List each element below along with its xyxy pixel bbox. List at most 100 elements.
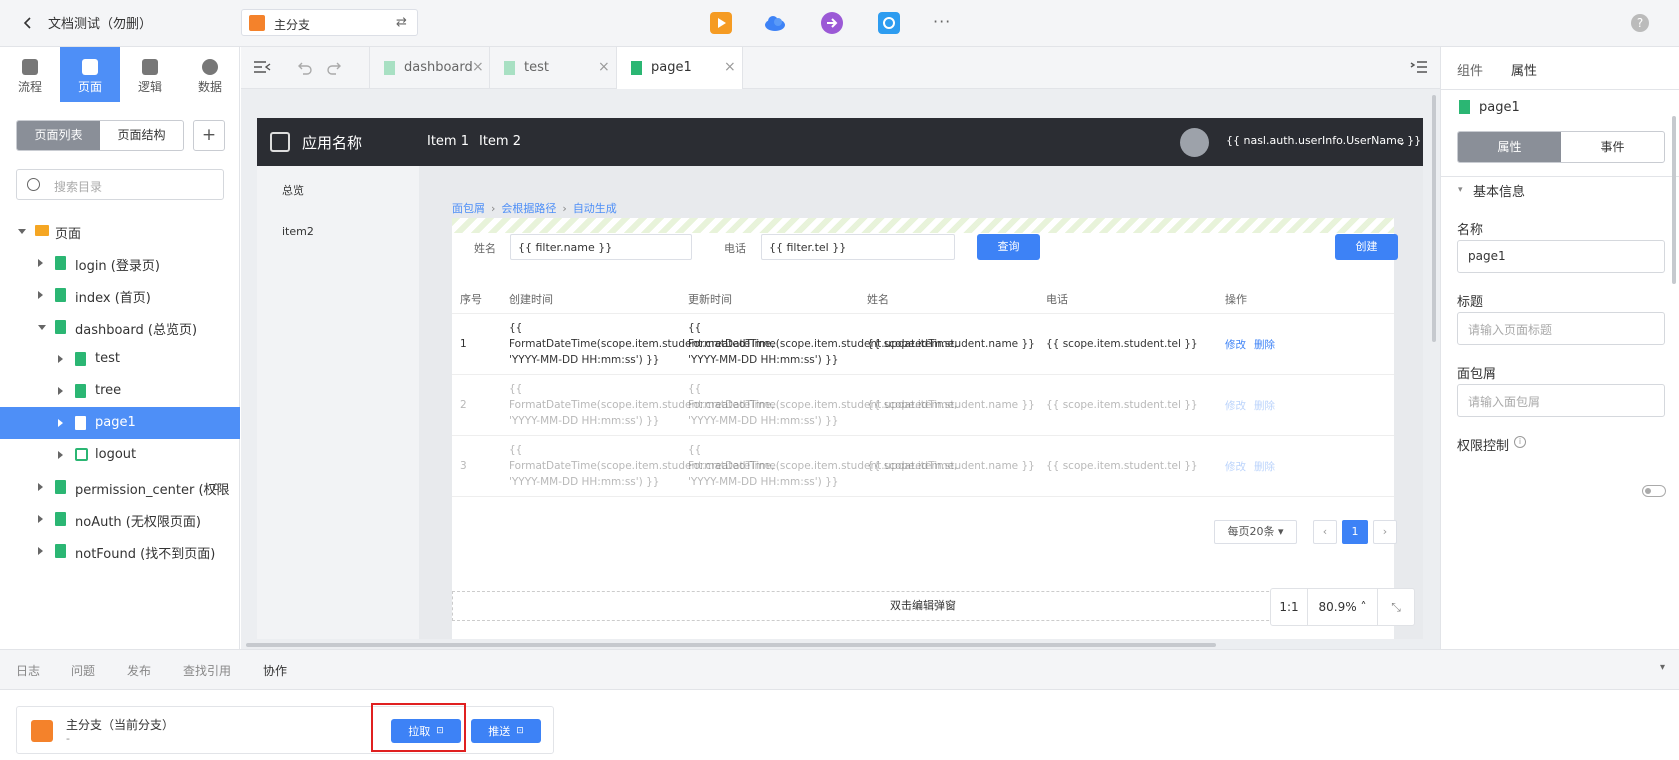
actual-size-button[interactable]: 1:1 — [1271, 589, 1308, 625]
breadcrumb-item[interactable]: 会根据路径 — [501, 200, 556, 216]
tab-publish[interactable]: 发布 — [127, 662, 151, 679]
caret-right-icon[interactable] — [38, 483, 43, 491]
caret-right-icon[interactable] — [38, 515, 43, 523]
breadcrumb-field[interactable]: 请输入面包屑 — [1457, 384, 1665, 417]
outline-toggle-icon[interactable] — [1410, 60, 1428, 74]
collapse-icon[interactable]: ▾ — [1458, 185, 1463, 195]
caret-right-icon[interactable] — [58, 451, 63, 459]
close-icon[interactable]: × — [472, 59, 484, 75]
branch-selector[interactable]: 主分支 ⇄ — [241, 9, 418, 36]
tab-label: page1 — [651, 60, 692, 75]
delete-link[interactable]: 删除 — [1254, 459, 1275, 474]
permission-toggle[interactable] — [1642, 485, 1666, 497]
tab-collaboration[interactable]: 协作 — [263, 662, 287, 679]
fit-screen-icon[interactable]: ⤡ — [1378, 600, 1414, 615]
tree-search-input[interactable]: 搜索目录 — [16, 169, 224, 200]
title-field[interactable]: 请输入页面标题 — [1457, 312, 1665, 345]
create-button[interactable]: 创建 — [1335, 234, 1398, 260]
redo-icon[interactable] — [326, 61, 342, 75]
name-field[interactable]: page1 — [1457, 240, 1665, 273]
tree-item[interactable]: notFound (找不到页面) — [0, 535, 240, 567]
collapse-panel-icon[interactable]: ▾ — [1660, 662, 1665, 673]
query-button[interactable]: 查询 — [977, 234, 1040, 260]
close-icon[interactable]: × — [724, 59, 736, 75]
horizontal-scrollbar[interactable] — [246, 643, 1216, 647]
caret-right-icon[interactable] — [58, 419, 63, 427]
add-page-button[interactable]: + — [193, 120, 225, 151]
tree-item[interactable]: noAuth (无权限页面) — [0, 503, 240, 535]
tab-references[interactable]: 查找引用 — [183, 662, 231, 679]
panel-scrollbar[interactable] — [1672, 116, 1676, 284]
collapse-sidebar-icon[interactable] — [253, 60, 271, 74]
tree-item[interactable]: permission_center (权限 ⌂ — [0, 471, 240, 503]
side-item-overview[interactable]: 总览 — [282, 182, 304, 198]
tree-item[interactable]: dashboard (总览页) — [0, 311, 240, 343]
tab-properties[interactable]: 属性 — [1511, 60, 1537, 79]
tab-page1[interactable]: page1 × — [617, 47, 743, 89]
page-number-button[interactable]: 1 — [1342, 520, 1368, 544]
tree-item[interactable]: index (首页) — [0, 279, 240, 311]
zoom-level-select[interactable]: 80.9% ˄ — [1308, 589, 1378, 625]
next-page-button[interactable]: › — [1373, 520, 1397, 544]
nav-tab-flow[interactable]: 流程 — [0, 47, 60, 102]
side-item-item2[interactable]: item2 — [282, 225, 314, 238]
tree-item[interactable]: login (登录页) — [0, 247, 240, 279]
tab-dashboard[interactable]: dashboard × — [369, 47, 490, 89]
modal-placeholder[interactable]: 双击编辑弹窗 — [452, 591, 1394, 621]
prev-page-button[interactable]: ‹ — [1313, 520, 1337, 544]
table-row: 2{{ FormatDateTime(scope.item.student.cr… — [452, 375, 1394, 436]
tab-test[interactable]: test × — [490, 47, 617, 89]
tab-log[interactable]: 日志 — [16, 662, 40, 679]
tree-item[interactable]: test — [0, 343, 240, 375]
filter-name-input[interactable]: {{ filter.name }} — [510, 234, 692, 260]
caret-down-icon[interactable] — [18, 229, 26, 234]
sync-icon[interactable] — [878, 12, 900, 34]
info-icon[interactable]: i — [1514, 436, 1526, 448]
nav-tab-data[interactable]: 数据 — [180, 47, 240, 102]
cloud-icon[interactable] — [764, 12, 786, 34]
edit-link[interactable]: 修改 — [1225, 398, 1246, 413]
tab-page-list[interactable]: 页面列表 — [17, 121, 100, 150]
properties-panel: 组件 属性 page1 属性 事件 ▾ 基本信息 名称 page1 标题 请输入… — [1440, 47, 1679, 649]
caret-down-icon[interactable] — [38, 325, 46, 330]
back-icon[interactable] — [20, 15, 36, 31]
switch-branch-icon[interactable]: ⇄ — [396, 15, 407, 30]
caret-right-icon[interactable] — [58, 355, 63, 363]
push-button[interactable]: 推送 ⊡ — [471, 719, 541, 743]
help-icon[interactable]: ? — [1631, 14, 1649, 32]
menu-item-2[interactable]: Item 2 — [479, 134, 521, 149]
nav-tab-logic[interactable]: 逻辑 — [120, 47, 180, 102]
vertical-scrollbar[interactable] — [1432, 95, 1436, 342]
caret-right-icon[interactable] — [38, 259, 43, 267]
edit-link[interactable]: 修改 — [1225, 337, 1246, 352]
filter-tel-input[interactable]: {{ filter.tel }} — [761, 234, 955, 260]
chevron-down-icon[interactable]: ⌄ — [1397, 135, 1406, 148]
undo-icon[interactable] — [297, 61, 313, 75]
caret-right-icon[interactable] — [38, 547, 43, 555]
page-size-select[interactable]: 每页20条 ▾ — [1214, 520, 1297, 544]
play-icon[interactable] — [710, 12, 732, 34]
delete-link[interactable]: 删除 — [1254, 398, 1275, 413]
breadcrumb-item[interactable]: 自动生成 — [573, 200, 617, 216]
more-icon[interactable]: ··· — [933, 12, 951, 31]
delete-link[interactable]: 删除 — [1254, 337, 1275, 352]
tab-events[interactable]: 事件 — [1561, 132, 1664, 162]
edit-link[interactable]: 修改 — [1225, 459, 1246, 474]
caret-right-icon[interactable] — [58, 387, 63, 395]
tree-item[interactable]: 页面 — [0, 215, 240, 247]
menu-item-1[interactable]: Item 1 — [427, 134, 469, 149]
breadcrumb-item[interactable]: 面包屑 — [452, 200, 485, 216]
close-icon[interactable]: × — [598, 59, 610, 75]
forward-icon[interactable] — [821, 12, 843, 34]
caret-right-icon[interactable] — [38, 291, 43, 299]
tree-item[interactable]: page1 — [0, 407, 240, 439]
tab-attributes[interactable]: 属性 — [1458, 132, 1561, 162]
tab-problems[interactable]: 问题 — [71, 662, 95, 679]
nav-tab-page[interactable]: 页面 — [60, 47, 120, 102]
tab-components[interactable]: 组件 — [1457, 60, 1483, 79]
tree-item[interactable]: tree — [0, 375, 240, 407]
tree-item[interactable]: logout — [0, 439, 240, 471]
avatar — [1180, 128, 1209, 157]
page-preview[interactable]: 应用名称 Item 1 Item 2 {{ nasl.auth.userInfo… — [257, 118, 1423, 639]
tab-page-structure[interactable]: 页面结构 — [100, 121, 183, 150]
